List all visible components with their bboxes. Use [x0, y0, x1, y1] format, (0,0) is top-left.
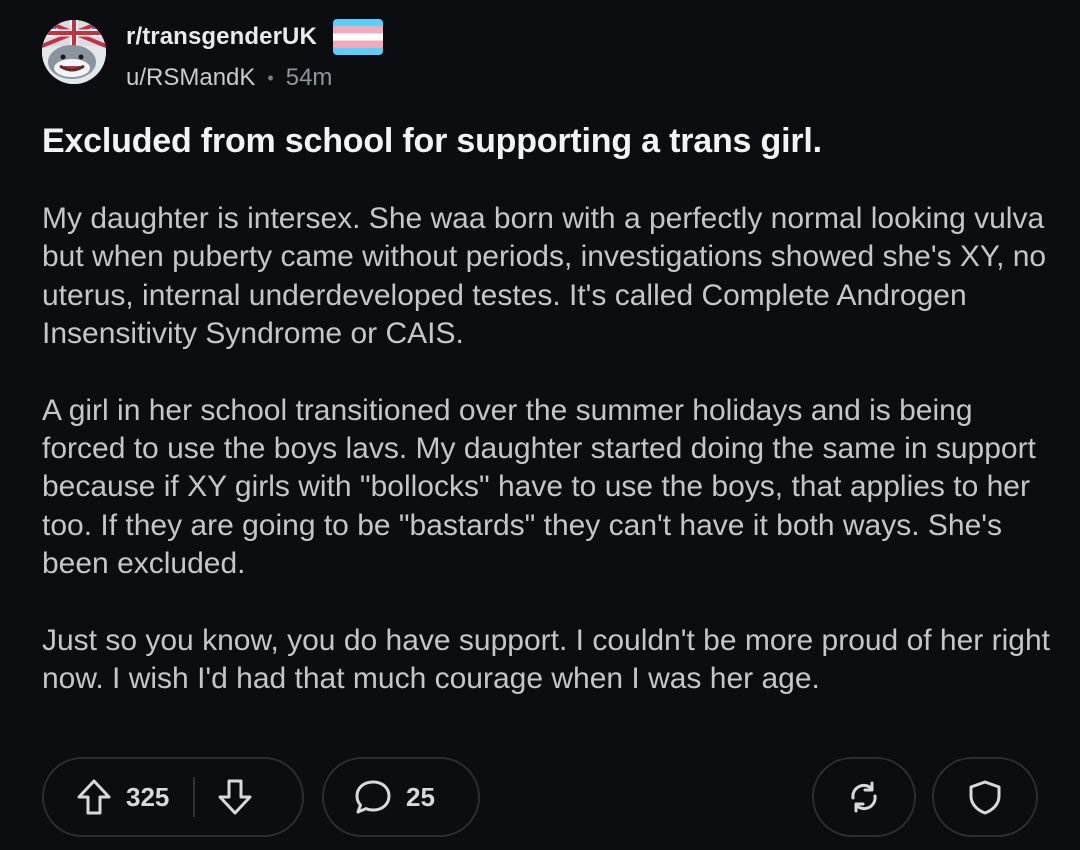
- award-button[interactable]: [932, 757, 1038, 837]
- comments-button[interactable]: 25: [322, 757, 480, 837]
- username[interactable]: u/RSMandK: [126, 64, 255, 92]
- vote-control: 325: [42, 757, 304, 837]
- upvote-icon[interactable]: [76, 778, 112, 816]
- comment-icon: [354, 779, 392, 815]
- post-paragraph: My daughter is intersex. She waa born wi…: [42, 202, 1047, 351]
- share-icon: [845, 778, 883, 816]
- vote-divider: [193, 777, 196, 817]
- comment-count: 25: [406, 781, 435, 812]
- upvote-count: 325: [126, 781, 170, 812]
- post-time: 54m: [285, 64, 333, 91]
- action-bar: 325 25: [42, 757, 1038, 839]
- share-button[interactable]: [812, 757, 916, 837]
- trans-flag-icon: [332, 19, 383, 55]
- downvote-icon[interactable]: [217, 778, 253, 816]
- post-body: My daughter is intersex. She waa born wi…: [42, 200, 1052, 736]
- subreddit-avatar[interactable]: [42, 20, 106, 84]
- meta-separator: •: [267, 67, 274, 88]
- award-icon: [967, 778, 1003, 816]
- post-paragraph: Just so you know, you do have support. I…: [42, 623, 1050, 696]
- subreddit-name[interactable]: r/transgenderUK: [126, 23, 317, 51]
- post-paragraph: A girl in her school transitioned over t…: [42, 393, 1036, 581]
- post-title: Excluded from school for supporting a tr…: [42, 122, 822, 160]
- post-header: r/transgenderUK u/RSMandK • 54m: [42, 19, 383, 92]
